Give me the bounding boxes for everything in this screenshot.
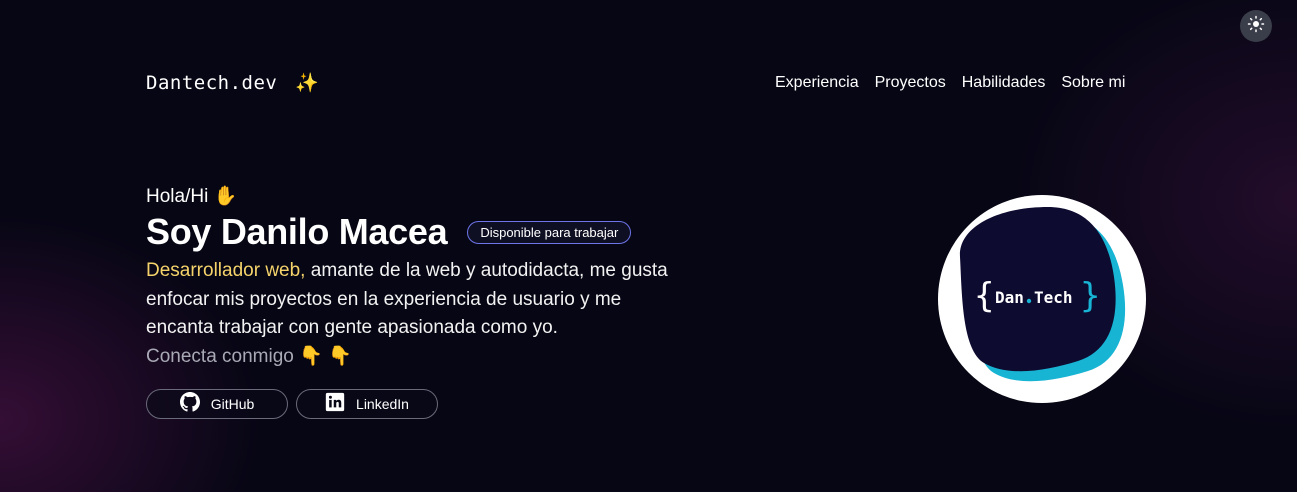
avatar: { Dan Tech }: [938, 195, 1146, 403]
linkedin-label: LinkedIn: [356, 395, 409, 412]
sun-icon: [1247, 15, 1265, 37]
svg-text:{: {: [974, 276, 994, 316]
connect-text: Conecta conmigo: [146, 345, 294, 367]
svg-text:}: }: [1080, 276, 1100, 316]
page-title: Soy Danilo Macea: [146, 211, 448, 252]
bio-text: Desarrollador web, amante de la web y au…: [146, 257, 691, 343]
linkedin-button[interactable]: LinkedIn: [296, 388, 438, 419]
linkedin-icon: [325, 392, 345, 415]
nav-item-proyectos[interactable]: Proyectos: [875, 74, 946, 92]
raised-hand-icon: ✋: [213, 186, 238, 207]
theme-toggle-button[interactable]: [1240, 10, 1272, 42]
svg-text:Tech: Tech: [1034, 288, 1073, 307]
pointing-down-icon: 👇 👇: [299, 345, 352, 367]
connect-line: Conecta conmigo 👇 👇: [146, 343, 706, 371]
github-icon: [179, 392, 200, 415]
nav-item-experiencia[interactable]: Experiencia: [775, 74, 859, 92]
nav-item-habilidades[interactable]: Habilidades: [962, 74, 1046, 92]
dantech-logo-image: { Dan Tech }: [959, 207, 1126, 382]
greeting-text: Hola/Hi: [146, 186, 209, 207]
nav-item-sobre-mi[interactable]: Sobre mi: [1061, 74, 1125, 92]
bio-highlight: Desarrollador web,: [146, 260, 306, 281]
site-logo[interactable]: Dantech.dev ✨: [146, 71, 319, 94]
greeting: Hola/Hi ✋: [146, 184, 706, 210]
main-nav: Experiencia Proyectos Habilidades Sobre …: [775, 74, 1125, 92]
title-row: Soy Danilo Macea Disponible para trabaja…: [146, 211, 706, 253]
social-links: GitHub LinkedIn: [146, 388, 706, 419]
svg-text:Dan: Dan: [995, 288, 1024, 307]
github-button[interactable]: GitHub: [146, 388, 288, 419]
hero-section: Hola/Hi ✋ Soy Danilo Macea Disponible pa…: [146, 184, 706, 419]
sparkles-icon: ✨: [295, 72, 320, 94]
logo-text: Dantech.dev: [146, 72, 278, 94]
availability-badge: Disponible para trabajar: [467, 220, 632, 244]
github-label: GitHub: [210, 395, 255, 412]
